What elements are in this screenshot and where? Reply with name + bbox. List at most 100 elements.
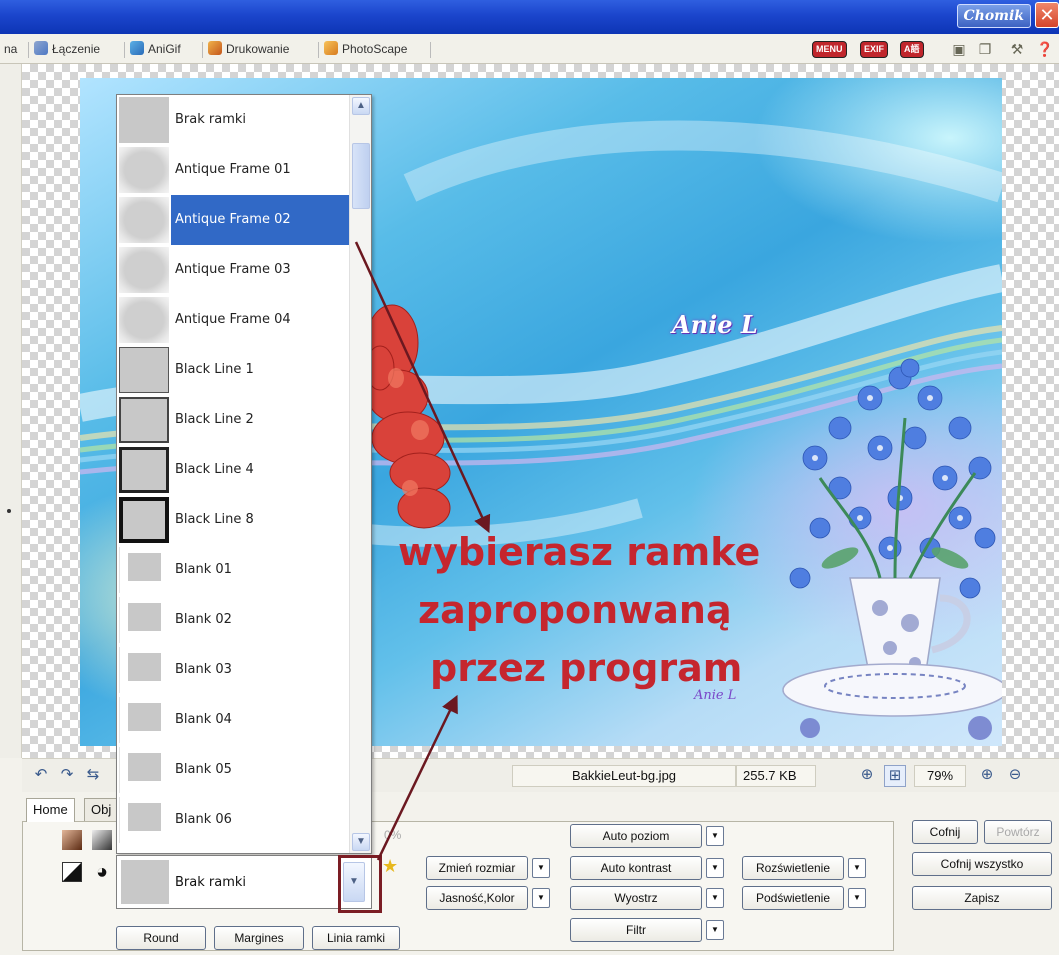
sharpen-button[interactable]: Wyostrz [570, 886, 702, 910]
frame-option[interactable]: Antique Frame 03 [117, 245, 349, 295]
menu-button[interactable]: MENU [812, 41, 847, 58]
tab-partial[interactable]: na [4, 40, 17, 60]
status-filename: BakkieLeut-bg.jpg [512, 765, 736, 787]
brightness-dropdown-icon[interactable]: ▼ [532, 888, 550, 908]
frame-option[interactable]: Antique Frame 04 [117, 295, 349, 345]
language-button[interactable]: A語 [900, 41, 924, 58]
gradient-brown-icon[interactable] [62, 830, 82, 850]
margins-button[interactable]: Margines [214, 926, 304, 950]
filter-button[interactable]: Filtr [570, 918, 702, 942]
rotate-left-icon[interactable]: ↶ [30, 765, 52, 787]
frame-option[interactable]: Brak ramki [117, 95, 349, 145]
annotation-line-1: wybierasz ramke [398, 530, 761, 574]
frame-option[interactable]: Black Line 1 [117, 345, 349, 395]
undo-button[interactable]: Cofnij [912, 820, 978, 844]
gradient-gray-icon[interactable] [92, 830, 112, 850]
frame-line-button[interactable]: Linia ramki [312, 926, 400, 950]
round-button[interactable]: Round [116, 926, 206, 950]
frame-thumbnail [119, 397, 169, 443]
auto-level-button[interactable]: Auto poziom [570, 824, 702, 848]
frame-option[interactable]: Black Line 8 [117, 495, 349, 545]
frame-option[interactable]: Blank 03 [117, 645, 349, 695]
frame-option-label: Antique Frame 04 [175, 312, 291, 327]
zoom-in-icon[interactable]: ⊕ [976, 765, 998, 787]
brighten-button[interactable]: Rozświetlenie [742, 856, 844, 880]
tools-icon[interactable]: ⚒ [1008, 40, 1026, 58]
save-button[interactable]: Zapisz [912, 886, 1052, 910]
frame-option-label: Black Line 2 [175, 412, 254, 427]
print-icon [208, 41, 222, 55]
sharpen-dropdown-icon[interactable]: ▼ [706, 888, 724, 908]
frame-option[interactable]: Blank 04 [117, 695, 349, 745]
frame-thumbnail [119, 797, 169, 843]
scroll-down-icon[interactable]: ▼ [352, 833, 370, 851]
dropdown-scrollbar[interactable]: ▲ ▼ [349, 95, 371, 853]
frame-option-label: Blank 01 [175, 562, 232, 577]
help-icon[interactable]: ❓ [1036, 40, 1054, 58]
brighten-dropdown-icon[interactable]: ▼ [848, 858, 866, 878]
scroll-thumb[interactable] [352, 142, 370, 209]
frame-option[interactable]: Blank 01 [117, 545, 349, 595]
frame-option-label: Blank 06 [175, 812, 232, 827]
flip-icon[interactable]: ⇆ [82, 765, 104, 787]
backlight-dropdown-icon[interactable]: ▼ [848, 888, 866, 908]
frame-thumbnail [119, 97, 169, 143]
tab-drukowanie[interactable]: Drukowanie [208, 40, 289, 60]
tab-anigif[interactable]: AniGif [130, 40, 181, 60]
frame-thumbnail [119, 647, 169, 693]
frame-thumbnail [119, 447, 169, 493]
filter-dropdown-icon[interactable]: ▼ [706, 920, 724, 940]
auto-contrast-dropdown-icon[interactable]: ▼ [706, 858, 724, 878]
resize-button[interactable]: Zmień rozmiar [426, 856, 528, 880]
frame-options: Brak ramki Antique Frame 01 Antique Frame … [117, 95, 349, 853]
vignette-icon[interactable]: ◕ [92, 862, 112, 882]
undo-all-button[interactable]: Cofnij wszystko [912, 852, 1052, 876]
tab-home[interactable]: Home [26, 798, 75, 822]
scroll-up-icon[interactable]: ▲ [352, 97, 370, 115]
auto-level-dropdown-icon[interactable]: ▼ [706, 826, 724, 846]
frame-thumbnail [119, 197, 169, 243]
left-collapse-strip[interactable] [0, 64, 22, 758]
watermark-signature-small: Anie L [694, 688, 737, 703]
frame-option[interactable]: Black Line 4 [117, 445, 349, 495]
module-tab-bar: na Łączenie AniGif Drukowanie PhotoScape… [0, 34, 1059, 64]
zoom-out-icon[interactable]: ⊖ [1004, 765, 1026, 787]
tab-anigif-label: AniGif [148, 42, 181, 56]
frame-option-label: Brak ramki [175, 112, 247, 127]
tab-separator [318, 42, 319, 58]
frame-option[interactable]: Blank 02 [117, 595, 349, 645]
frame-option[interactable]: Blank 06 [117, 795, 349, 845]
frame-option[interactable]: Black Line 2 [117, 395, 349, 445]
status-filesize: 255.7 KB [736, 765, 816, 787]
frame-dropdown-list[interactable]: Brak ramki Antique Frame 01 Antique Frame … [116, 94, 372, 854]
highlight-box [338, 855, 382, 913]
exif-button[interactable]: EXIF [860, 41, 889, 58]
backlight-button[interactable]: Podświetlenie [742, 886, 844, 910]
zoom-fit-icon[interactable]: ⊞ [884, 765, 906, 787]
frame-select[interactable]: Brak ramki ▼ [116, 855, 372, 909]
close-button[interactable]: ✕ [1035, 2, 1059, 28]
monitor-icon[interactable]: ▣ [950, 40, 968, 58]
tab-laczenie[interactable]: Łączenie [34, 40, 100, 60]
tab-object[interactable]: Obj [84, 798, 119, 822]
rotate-right-icon[interactable]: ↷ [56, 765, 78, 787]
resize-dropdown-icon[interactable]: ▼ [532, 858, 550, 878]
auto-contrast-button[interactable]: Auto kontrast [570, 856, 702, 880]
frame-option[interactable]: Blank 05 [117, 745, 349, 795]
zoom-actual-icon[interactable]: ⊕ [856, 765, 878, 787]
frame-option-label: Black Line 8 [175, 512, 254, 527]
collapse-handle[interactable] [7, 509, 11, 513]
copy-icon[interactable]: ❐ [976, 40, 994, 58]
tab-separator [28, 42, 29, 58]
contrast-icon[interactable] [62, 862, 82, 882]
annotation-line-3: przez program [430, 646, 743, 690]
frame-option[interactable]: Antique Frame 02 [117, 195, 349, 245]
frame-option-label: Antique Frame 03 [175, 262, 291, 277]
brightness-color-button[interactable]: Jasność,Kolor [426, 886, 528, 910]
frame-option-label: Black Line 1 [175, 362, 254, 377]
tab-separator [430, 42, 431, 58]
tab-photoscape[interactable]: PhotoScape [324, 40, 407, 60]
star-icon[interactable]: ★ [382, 856, 398, 877]
frame-option[interactable]: Antique Frame 01 [117, 145, 349, 195]
redo-button[interactable]: Powtórz [984, 820, 1052, 844]
